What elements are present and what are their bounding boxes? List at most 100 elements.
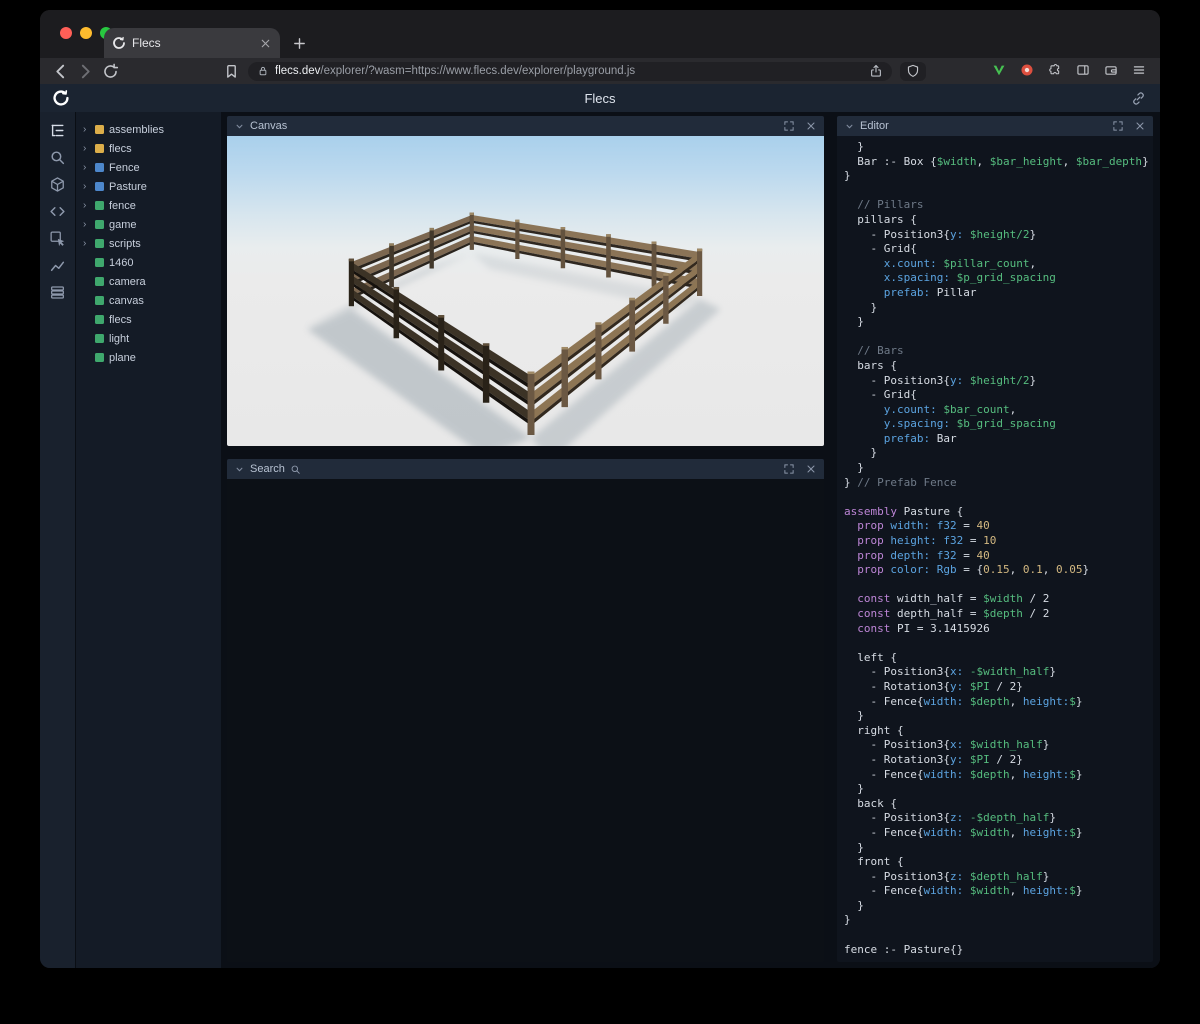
code-line: prefab: Pillar [844,285,977,299]
entity-color-square [95,334,104,343]
tree-item-fence[interactable]: › fence [76,196,221,215]
wallet-icon[interactable] [1104,63,1120,79]
code-line: - Grid{ [844,242,917,256]
search-panel-header[interactable]: Search [227,459,824,479]
entity-tree: › assemblies › flecs › Fence › Pasture › fence › ga… [76,112,221,968]
vimium-extension-icon[interactable] [992,63,1008,79]
expand-chevron-icon[interactable]: › [83,200,90,211]
search-icon[interactable] [49,149,66,166]
code-line: prop width: f32 = 40 [857,519,990,533]
address-bar[interactable]: flecs.dev/explorer/?wasm=https://www.fle… [248,61,892,81]
browser-tab[interactable]: Flecs [104,28,280,58]
chevron-down-icon[interactable] [234,464,245,475]
code-line: } [844,169,851,183]
tree-item-flecs[interactable]: › flecs [76,139,221,158]
red-extension-icon[interactable] [1020,63,1036,79]
editor-panel-header[interactable]: Editor [837,116,1153,136]
tree-item-label: light [109,332,130,345]
code-line: - Fence{width: $width, height:$} [844,884,1083,898]
code-line: Bar :- Box {$width, $bar_height, $bar_de… [844,154,1149,168]
flecs-logo-icon[interactable] [52,89,70,107]
back-icon[interactable] [52,63,69,80]
code-line: const depth_half = $depth / 2 [857,607,1050,620]
entity-color-square [95,220,104,229]
search-panel: Search [227,459,824,962]
link-icon[interactable] [1131,91,1146,106]
code-editor[interactable]: } Bar :- Box {$width, $bar_height, $bar_… [837,136,1153,962]
forward-icon[interactable] [77,63,94,80]
editor-close-icon[interactable] [1134,120,1146,132]
expand-chevron-icon[interactable]: › [83,181,90,192]
share-icon[interactable] [869,64,883,78]
memory-rows-icon[interactable] [49,284,66,301]
scene-cube-icon[interactable] [49,176,66,193]
tree-item-assemblies[interactable]: › assemblies [76,120,221,139]
tree-item-game[interactable]: › game [76,215,221,234]
script-code-icon[interactable] [49,203,66,220]
entity-color-square [95,201,104,210]
search-expand-icon[interactable] [783,463,795,475]
editor-expand-icon[interactable] [1112,120,1124,132]
flecs-favicon-icon [112,36,126,50]
main-area: Canvas Search Editor} Bar:- Box {$widt… [221,112,1160,968]
tree-item-plane[interactable]: plane [76,348,221,367]
reload-icon[interactable] [102,63,119,80]
search-panel-title: Search [250,463,285,475]
menu-icon[interactable] [1132,63,1148,79]
expand-chevron-icon[interactable]: › [83,143,90,154]
tree-item-label: Pasture [109,180,147,193]
canvas-close-icon[interactable] [805,120,817,132]
bookmark-icon[interactable] [223,63,240,80]
code-line: } [844,300,878,314]
editor-panel-title: Editor [860,120,889,132]
stats-chart-icon[interactable] [49,257,66,274]
tree-item-canvas[interactable]: canvas [76,291,221,310]
inspect-cursor-icon[interactable] [49,230,66,247]
code-line: left { [844,650,897,664]
brave-shield-icon[interactable] [900,61,926,81]
code-line: - Position3{z: -$depth_half} [844,811,1056,825]
code-line: back { [844,796,897,810]
code-line: - Fence{width: $depth, height:$} [844,767,1083,781]
expand-chevron-icon[interactable]: › [83,124,90,135]
app-header: Flecs [40,84,1160,112]
chevron-down-icon[interactable] [844,121,855,132]
tab-close-icon[interactable] [259,37,272,50]
entity-color-square [95,144,104,153]
new-tab-button[interactable] [292,36,307,51]
extensions-puzzle-icon[interactable] [1048,63,1064,79]
tree-item-camera[interactable]: camera [76,272,221,291]
browser-window: Flecs flecs.dev/explorer/?wasm=https://w… [40,10,1160,968]
tree-item-Fence[interactable]: › Fence [76,158,221,177]
code-line: y.spacing: $b_grid_spacing [844,417,1056,431]
tree-item-flecs[interactable]: flecs [76,310,221,329]
tree-item-Pasture[interactable]: › Pasture [76,177,221,196]
code-line: - Position3{x: $width_half} [844,738,1050,752]
url-text: flecs.dev/explorer/?wasm=https://www.fle… [275,65,635,77]
code-line: } [844,315,864,329]
tree-item-light[interactable]: light [76,329,221,348]
code-line: - Position3{y: $height/2} [844,373,1037,387]
url-domain: flecs.dev [275,65,321,77]
search-panel-body [227,479,824,962]
entity-color-square [95,163,104,172]
window-minimize-button[interactable] [80,27,92,39]
canvas-panel-header[interactable]: Canvas [227,116,824,136]
tree-item-scripts[interactable]: › scripts [76,234,221,253]
tree-item-1460[interactable]: 1460 [76,253,221,272]
expand-chevron-icon[interactable]: › [83,162,90,173]
extension-icons [992,63,1148,79]
lock-icon [257,65,269,77]
expand-chevron-icon[interactable]: › [83,238,90,249]
canvas-expand-icon[interactable] [783,120,795,132]
sidebar-panel-icon[interactable] [1076,63,1092,79]
search-close-icon[interactable] [805,463,817,475]
code-line: - Position3{y: $height/2} [844,227,1037,241]
window-close-button[interactable] [60,27,72,39]
canvas-3d-viewport[interactable] [227,136,824,446]
chevron-down-icon[interactable] [234,121,245,132]
code-line: front { [844,855,904,869]
entity-tree-icon[interactable] [49,122,66,139]
expand-chevron-icon[interactable]: › [83,219,90,230]
